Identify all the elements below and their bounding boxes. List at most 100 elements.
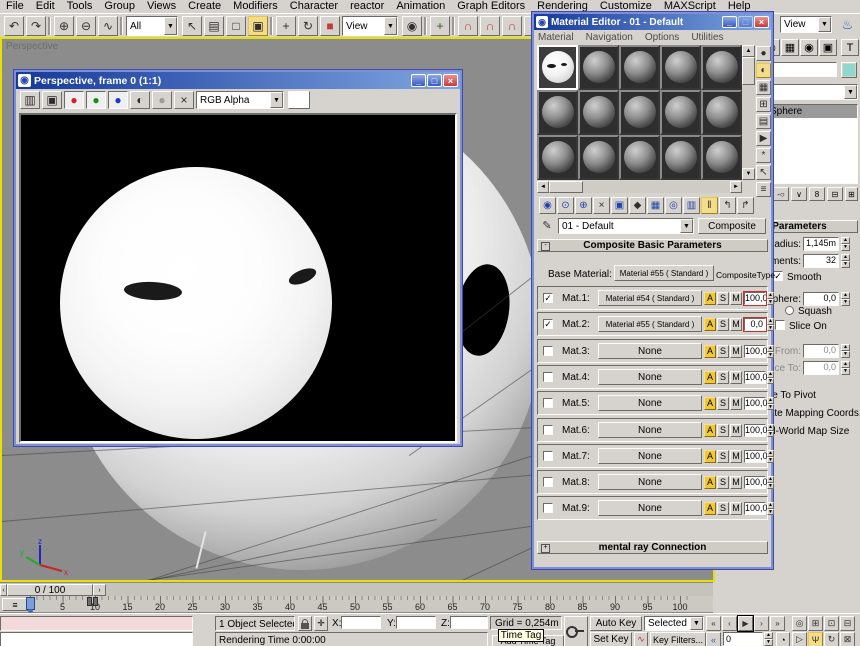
go-forward-icon[interactable]: ↱: [737, 197, 754, 214]
previous-frame-button[interactable]: ‹: [722, 616, 737, 631]
mental-ray-connection-header[interactable]: mental ray Connection: [537, 541, 768, 554]
tab-motion[interactable]: ◉: [800, 39, 818, 56]
select-and-scale-icon[interactable]: ■: [320, 16, 340, 36]
mix-m-button[interactable]: M: [730, 424, 742, 437]
mat-amount-field[interactable]: 100,0: [744, 292, 766, 305]
hemisphere-spinner[interactable]: ▲▼: [841, 292, 850, 306]
window-crossing-icon[interactable]: ▣: [248, 16, 268, 36]
keyframe-marker[interactable]: [87, 597, 92, 606]
go-to-start-button[interactable]: «: [706, 616, 721, 631]
options-icon[interactable]: *: [756, 148, 771, 163]
menu-animation[interactable]: Animation: [390, 0, 451, 13]
mix-s-button[interactable]: S: [717, 292, 729, 305]
chevron-down-icon[interactable]: ▼: [690, 617, 703, 630]
chevron-down-icon[interactable]: ▼: [164, 17, 177, 35]
mat-material-button[interactable]: None: [598, 474, 702, 490]
mat-amount-spinner[interactable]: ▲▼: [767, 476, 774, 489]
mat-amount-spinner[interactable]: ▲▼: [767, 292, 774, 305]
sample-slot-14[interactable]: [660, 135, 701, 180]
reset-map-icon[interactable]: ×: [593, 197, 610, 214]
material-editor-menu-material[interactable]: Material: [538, 32, 574, 45]
mix-a-button[interactable]: A: [704, 502, 716, 515]
selection-filter-dropdown[interactable]: All▼: [126, 16, 178, 36]
material-editor-menu-options[interactable]: Options: [645, 32, 679, 45]
mat-enable-checkbox[interactable]: ✓: [543, 319, 553, 329]
spin-down[interactable]: ▼: [767, 483, 774, 490]
sample-slot-9[interactable]: [660, 90, 701, 135]
show-map-in-viewport-icon[interactable]: ▥: [683, 197, 700, 214]
maxscript-listener-field[interactable]: [0, 632, 193, 646]
use-pivot-point-icon[interactable]: ◉: [402, 16, 422, 36]
material-map-navigator-icon[interactable]: ≡: [756, 182, 771, 197]
mix-m-button[interactable]: M: [730, 318, 742, 331]
zoom-all-button[interactable]: ⊞: [808, 616, 823, 631]
sample-slot-2[interactable]: [578, 45, 619, 90]
menu-tools[interactable]: Tools: [61, 0, 99, 13]
scroll-up-icon[interactable]: ▲: [742, 45, 755, 57]
squash-radio[interactable]: [785, 306, 794, 315]
sample-horizontal-scrollbar[interactable]: ◄ ►: [537, 181, 742, 193]
frame-spinner[interactable]: ▲▼: [764, 632, 773, 646]
make-preview-icon[interactable]: ▶: [756, 131, 771, 146]
sample-vertical-scrollbar[interactable]: ▲ ▼: [742, 45, 755, 180]
go-to-end-button[interactable]: »: [770, 616, 785, 631]
time-configuration-button[interactable]: ◔: [776, 632, 790, 646]
new-key-curve-icon[interactable]: ∿: [634, 632, 648, 646]
mat-material-button[interactable]: None: [598, 448, 702, 464]
unlink-selection-icon[interactable]: ⊖: [76, 16, 96, 36]
tab-utilities[interactable]: T: [841, 39, 859, 56]
color-swatch[interactable]: [288, 91, 310, 109]
absolute-offset-mode-button[interactable]: ✛: [314, 616, 328, 631]
spin-down[interactable]: ▼: [767, 431, 774, 438]
select-by-name-icon[interactable]: ▤: [204, 16, 224, 36]
arc-rotate-button[interactable]: ↻: [824, 632, 839, 646]
make-unique-button[interactable]: 8: [809, 187, 825, 201]
slice-to-spinner[interactable]: ▲▼: [841, 361, 850, 375]
mat-enable-checkbox[interactable]: [543, 503, 553, 513]
field-of-view-button[interactable]: ▷: [792, 632, 807, 646]
zoom-extents-all-button[interactable]: ⊟: [840, 616, 855, 631]
mat-material-button[interactable]: None: [598, 500, 702, 516]
sample-slot-12[interactable]: [578, 135, 619, 180]
sample-slot-8[interactable]: [619, 90, 660, 135]
mat-material-button[interactable]: None: [598, 395, 702, 411]
spin-down[interactable]: ▼: [767, 299, 774, 306]
zoom-button[interactable]: ◎: [792, 616, 807, 631]
viewport-label[interactable]: Perspective: [6, 41, 58, 52]
selection-lock-button[interactable]: [298, 616, 312, 631]
angle-snap-icon[interactable]: ∩: [480, 16, 500, 36]
menu-graph-editors[interactable]: Graph Editors: [451, 0, 531, 13]
mix-s-button[interactable]: S: [717, 476, 729, 489]
mat-material-button[interactable]: Material #54 ( Standard ): [598, 290, 702, 306]
bind-to-space-warp-icon[interactable]: ∿: [98, 16, 118, 36]
sample-slot-3[interactable]: [619, 45, 660, 90]
scroll-down-icon[interactable]: ▼: [742, 168, 755, 180]
undo-icon[interactable]: ↶: [4, 16, 24, 36]
menu-group[interactable]: Group: [98, 0, 141, 13]
mix-s-button[interactable]: S: [717, 345, 729, 358]
video-color-check-icon[interactable]: ▤: [756, 114, 771, 129]
chevron-down-icon[interactable]: ▼: [270, 92, 283, 108]
mat-amount-field[interactable]: 100,0: [744, 424, 766, 437]
segments-spinner[interactable]: ▲▼: [841, 254, 850, 268]
spin-down[interactable]: ▼: [767, 352, 774, 359]
mat-amount-field[interactable]: 100,0: [744, 371, 766, 384]
mix-a-button[interactable]: A: [704, 424, 716, 437]
mat-material-button[interactable]: None: [598, 369, 702, 385]
make-copy-icon[interactable]: ▣: [611, 197, 628, 214]
mat-material-button[interactable]: None: [598, 343, 702, 359]
blue-channel-icon[interactable]: ●: [108, 91, 128, 109]
mat-enable-checkbox[interactable]: [543, 477, 553, 487]
mix-m-button[interactable]: M: [730, 502, 742, 515]
remove-modifier-button[interactable]: ⊟: [827, 187, 843, 201]
sample-slot-13[interactable]: [619, 135, 660, 180]
put-to-library-icon[interactable]: ▦: [647, 197, 664, 214]
mix-a-button[interactable]: A: [704, 371, 716, 384]
spin-down[interactable]: ▼: [767, 325, 774, 332]
mat-amount-field[interactable]: 100,0: [744, 397, 766, 410]
channel-display-dropdown[interactable]: RGB Alpha▼: [196, 91, 284, 109]
select-and-move-icon[interactable]: +: [276, 16, 296, 36]
keyframe-marker[interactable]: [93, 597, 98, 606]
save-image-icon[interactable]: ▥: [20, 91, 40, 109]
sample-slot-15[interactable]: [701, 135, 742, 180]
